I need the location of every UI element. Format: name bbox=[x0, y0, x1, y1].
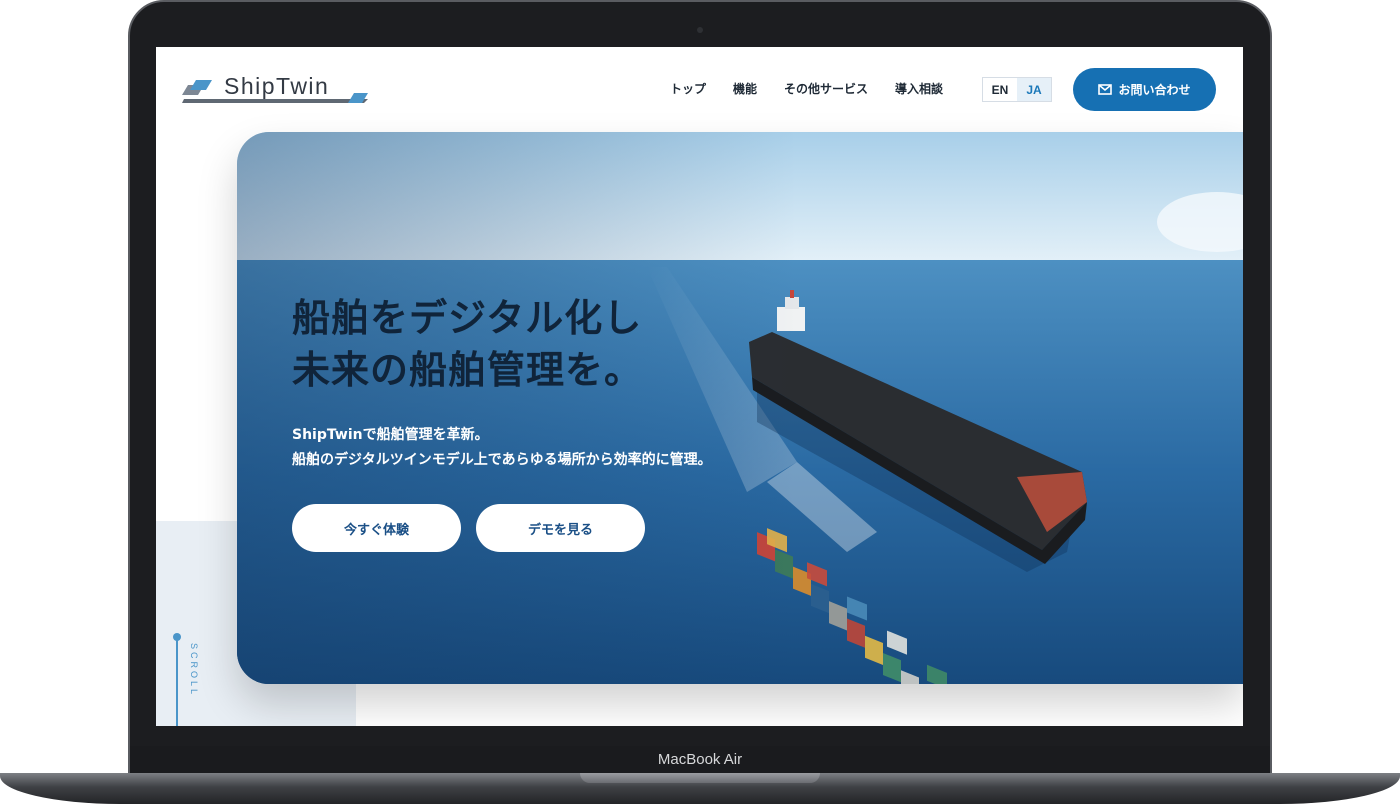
contact-label: お問い合わせ bbox=[1118, 83, 1191, 97]
hero-title-line2: 未来の船舶管理を。 bbox=[292, 348, 644, 392]
scroll-indicator-line bbox=[176, 640, 178, 726]
hero-subtitle: ShipTwinで船舶管理を革新。 船舶のデジタルツインモデル上であらゆる場所か… bbox=[292, 423, 712, 473]
lang-ja-button[interactable]: JA bbox=[1017, 78, 1051, 101]
device-label: MacBook Air bbox=[657, 751, 743, 768]
hero-section: 船舶をデジタル化し 未来の船舶管理を。 ShipTwinで船舶管理を革新。 船舶… bbox=[237, 132, 1243, 684]
scroll-label[interactable]: SCROLL bbox=[189, 643, 199, 697]
logo-text: ShipTwin bbox=[224, 73, 330, 99]
view-demo-button[interactable]: デモを見る bbox=[476, 504, 645, 552]
laptop-notch bbox=[580, 773, 820, 783]
nav-item-consultation[interactable]: 導入相談 bbox=[895, 80, 943, 97]
contact-button[interactable]: お問い合わせ bbox=[1073, 68, 1216, 111]
camera-icon bbox=[697, 27, 703, 33]
browser-screen: ShipTwin トップ 機能 その他サービス 導入相談 EN JA お問い合わ… bbox=[156, 47, 1243, 726]
try-now-button[interactable]: 今すぐ体験 bbox=[292, 504, 461, 552]
nav-item-other-services[interactable]: その他サービス bbox=[784, 80, 868, 97]
main-nav: トップ 機能 その他サービス 導入相談 bbox=[670, 80, 943, 97]
hero-title: 船舶をデジタル化し 未来の船舶管理を。 bbox=[292, 292, 643, 396]
hero-overlay bbox=[237, 132, 797, 684]
laptop-mockup: ShipTwin トップ 機能 その他サービス 導入相談 EN JA お問い合わ… bbox=[0, 0, 1400, 804]
mail-icon bbox=[1098, 84, 1113, 95]
lang-en-button[interactable]: EN bbox=[983, 78, 1017, 101]
hero-subtitle-line2: 船舶のデジタルツインモデル上であらゆる場所から効率的に管理。 bbox=[292, 452, 712, 468]
hero-subtitle-line1: ShipTwinで船舶管理を革新。 bbox=[292, 427, 489, 443]
nav-item-top[interactable]: トップ bbox=[670, 80, 706, 97]
nav-item-features[interactable]: 機能 bbox=[733, 80, 757, 97]
language-switcher: EN JA bbox=[982, 77, 1052, 102]
hero-title-line1: 船舶をデジタル化し bbox=[292, 296, 643, 340]
logo[interactable]: ShipTwin bbox=[182, 73, 372, 107]
